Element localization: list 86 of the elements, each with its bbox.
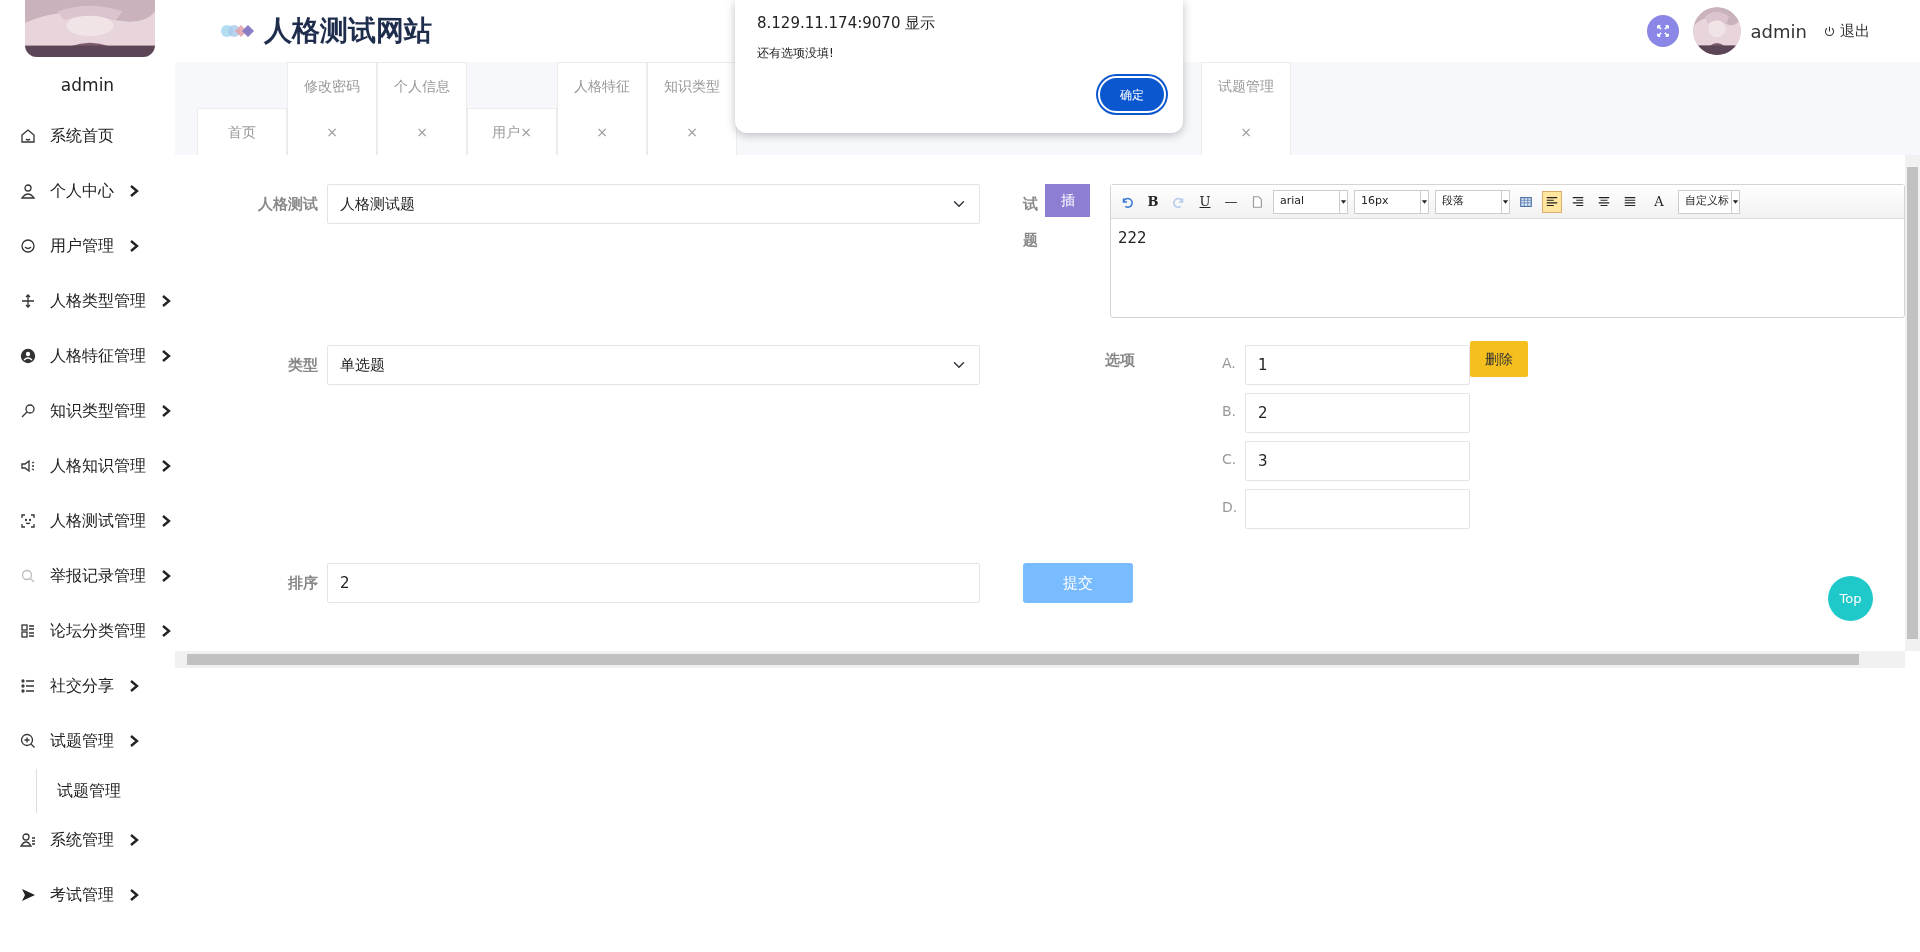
sidebar-menu-item[interactable]: 人格特征管理 (0, 328, 175, 384)
caret-icon (1732, 197, 1739, 206)
chevron-icon (160, 514, 172, 528)
option-input[interactable]: 2 (1245, 393, 1470, 433)
sidebar-menu-item[interactable]: 用户管理 (0, 218, 175, 274)
sidebar-menu-item[interactable]: 人格知识管理 (0, 438, 175, 494)
chevron-icon (160, 404, 172, 418)
sidebar-menu-item[interactable]: 个人中心 (0, 163, 175, 219)
field-label: 排序 (287, 573, 318, 594)
option-input[interactable] (1245, 489, 1470, 529)
field-label: 选项 (1104, 350, 1135, 371)
sidebar-menu-item[interactable]: 系统首页 (0, 108, 175, 164)
scan-icon (20, 513, 36, 529)
user-name: admin (1750, 19, 1807, 44)
editor-text: 222 (1117, 228, 1148, 249)
home-icon (20, 128, 36, 144)
sidebar-menu-item[interactable]: 社交分享 (0, 658, 175, 714)
input-field[interactable]: 2 (327, 563, 980, 603)
horizontal-scrollbar[interactable] (175, 651, 1905, 668)
bold-button: B (1143, 190, 1163, 213)
user-circle-icon (20, 348, 36, 364)
caret-icon (1340, 197, 1347, 206)
fullscreen-button[interactable] (1646, 15, 1679, 47)
grid-list-icon (20, 623, 36, 639)
select-field[interactable]: 人格测试题 (327, 184, 980, 224)
toolbar-select[interactable]: 16px (1354, 189, 1429, 214)
option-input[interactable]: 3 (1245, 441, 1470, 481)
chevron-icon (160, 459, 172, 473)
underline-button: U (1195, 190, 1215, 213)
horizontal-rule-button: — (1221, 190, 1241, 213)
logout-link[interactable]: 退出 (1823, 19, 1870, 43)
zoom-in-icon (20, 733, 36, 749)
field-label: 类型 (287, 355, 318, 376)
site-title: 人格测试网站 (264, 13, 432, 49)
option-input[interactable]: 1 (1245, 345, 1470, 385)
sidebar-menu-item[interactable]: 人格测试管理 (0, 493, 175, 549)
field-label: 试题 (1023, 194, 1038, 251)
user-icon (20, 183, 36, 199)
toolbar-select[interactable]: 自定义标 (1678, 189, 1740, 214)
submenu-item[interactable]: 试题管理 (57, 778, 175, 803)
delete-button[interactable]: 删除 (1470, 341, 1528, 377)
user-name: admin (59, 74, 116, 97)
magnifier-icon (20, 403, 36, 419)
send-icon (20, 887, 36, 903)
chevron-icon (160, 624, 172, 638)
field-label: 人格测试 (257, 194, 318, 215)
toolbar-select[interactable]: arial (1273, 189, 1348, 214)
expand-icon (1655, 24, 1670, 38)
chevron-icon (160, 569, 172, 583)
vertical-scrollbar[interactable] (1905, 155, 1920, 651)
font-color-button: A (1646, 190, 1672, 213)
ok-button[interactable]: 确定 (1098, 76, 1166, 113)
chevron-icon (128, 679, 140, 693)
sidebar-menu-item[interactable]: 考试管理 (0, 867, 175, 923)
sidebar-menu-item[interactable]: 举报记录管理 (0, 548, 175, 604)
power-icon (1823, 24, 1836, 38)
list-icon (20, 678, 36, 694)
option-letter: D. (1222, 498, 1239, 517)
chevron-icon (128, 734, 140, 748)
chevron-icon (160, 294, 172, 308)
logo-icon (220, 23, 254, 39)
chevron-icon (128, 833, 140, 847)
option-letter: C. (1222, 450, 1238, 469)
chevron-icon (160, 349, 172, 363)
caret-icon (1421, 197, 1428, 206)
toolbar-select[interactable]: 段落 (1435, 189, 1510, 214)
chevron-icon (128, 239, 140, 253)
option-letter: A. (1222, 354, 1237, 373)
dialog-message: 还有选项没填! (757, 44, 835, 62)
caret-icon (1502, 197, 1509, 206)
sidebar-menu-item[interactable]: 知识类型管理 (0, 383, 175, 439)
dialog-title: 8.129.11.174:9070 显示 (757, 13, 937, 34)
sidebar-menu-item[interactable]: 试题管理 (0, 713, 175, 769)
search-icon (20, 568, 36, 584)
select-field[interactable]: 单选题 (327, 345, 980, 385)
move-icon (20, 293, 36, 309)
user-settings-icon (20, 832, 36, 848)
chevron-icon (128, 888, 140, 902)
sidebar-menu-item[interactable]: 系统管理 (0, 812, 175, 868)
rich-text-editor[interactable]: B U — arial 16px 段落 A 自定义标 222 (1110, 184, 1905, 318)
chevron-icon (128, 184, 140, 198)
sidebar-menu-item[interactable]: 论坛分类管理 (0, 603, 175, 659)
sidebar-menu-item[interactable]: 人格类型管理 (0, 273, 175, 329)
option-letter: B. (1222, 402, 1238, 421)
smiley-icon (20, 238, 36, 254)
speaker-icon (20, 458, 36, 474)
